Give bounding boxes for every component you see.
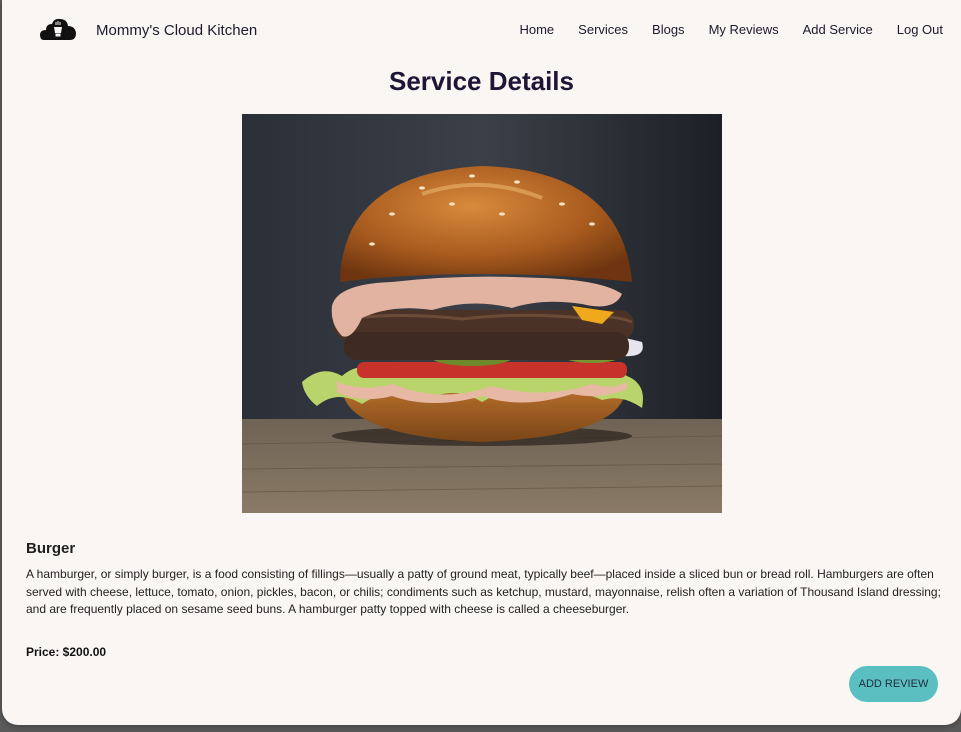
nav-link-home[interactable]: Home (519, 22, 554, 37)
nav-link-services[interactable]: Services (578, 22, 628, 37)
nav-link-add-service[interactable]: Add Service (803, 22, 873, 37)
page-card: Mommy's Cloud Kitchen Home Services Blog… (2, 0, 961, 725)
brand-name[interactable]: Mommy's Cloud Kitchen (96, 22, 257, 39)
cloud-kitchen-logo-icon (40, 16, 76, 42)
burger-photo-icon (242, 114, 722, 513)
service-image (242, 114, 722, 513)
add-review-button[interactable]: ADD REVIEW (849, 666, 938, 702)
service-description: A hamburger, or simply burger, is a food… (26, 567, 941, 616)
page-title: Service Details (388, 66, 574, 96)
service-name: Burger (26, 540, 76, 557)
nav-links: Home Services Blogs My Reviews Add Servi… (519, 22, 943, 37)
service-price: Price: $200.00 (26, 645, 107, 659)
nav-link-blogs[interactable]: Blogs (652, 22, 685, 37)
nav-link-log-out[interactable]: Log Out (897, 22, 943, 37)
brand[interactable]: Mommy's Cloud Kitchen (40, 16, 257, 42)
nav-link-my-reviews[interactable]: My Reviews (709, 22, 779, 37)
navbar: Mommy's Cloud Kitchen Home Services Blog… (2, 0, 961, 62)
